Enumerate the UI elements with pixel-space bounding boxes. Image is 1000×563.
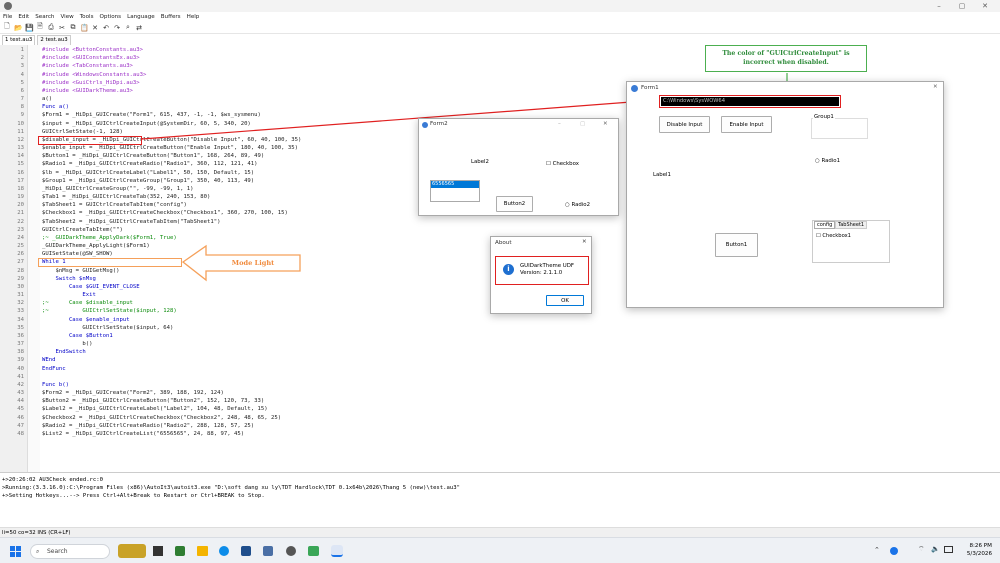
checkbox2[interactable]: ☐ Checkbox xyxy=(546,161,579,167)
taskbar-search[interactable]: ⌕ Search xyxy=(30,544,110,559)
tab-tabsheet1[interactable]: TabSheet1 xyxy=(835,221,868,229)
maximize-icon: ▢ xyxy=(580,121,586,127)
radio2-label: Radio2 xyxy=(571,202,591,208)
group1-box xyxy=(811,118,868,139)
edge-icon[interactable] xyxy=(219,546,229,556)
radio1-label: Radio1 xyxy=(821,158,841,164)
minimize-icon[interactable]: – xyxy=(558,121,561,127)
form2-window: Form2 – ▢ ✕ Label2 ☐ Checkbox 6556565 Bu… xyxy=(418,118,619,216)
chevron-up-icon[interactable]: ⌃ xyxy=(874,546,880,554)
taskbar-search-label: Search xyxy=(47,548,68,555)
store-icon[interactable] xyxy=(241,546,251,556)
wifi-icon[interactable]: ⌔ xyxy=(918,545,925,554)
taskbar: ⌕ Search ⌃ ⌔ 🔈 8:26 PM 5/3/2026 xyxy=(0,537,1000,563)
tab-config[interactable]: config xyxy=(814,221,836,229)
form2-title: Form2 xyxy=(430,121,448,127)
radio-circle-icon: ○ xyxy=(815,158,820,164)
button2[interactable]: Button2 xyxy=(496,196,533,212)
start-icon[interactable] xyxy=(10,546,21,557)
file-explorer-icon[interactable] xyxy=(197,546,208,556)
app-icon-4[interactable] xyxy=(308,546,319,556)
checkbox1-label: Checkbox1 xyxy=(822,233,851,239)
label1: Label1 xyxy=(653,172,671,178)
form1-title: Form1 xyxy=(641,85,659,91)
about-line1: GUIDarkTheme UDF xyxy=(520,263,575,269)
ok-button[interactable]: OK xyxy=(546,295,584,306)
close-icon[interactable]: ✕ xyxy=(603,121,608,127)
widget-icon[interactable] xyxy=(118,544,146,558)
about-dialog: About ✕ i GUIDarkTheme UDF Version: 2.1.… xyxy=(490,236,592,314)
checkbox-icon: ☐ xyxy=(816,233,821,239)
about-line2: Version: 2.1.1.0 xyxy=(520,270,563,276)
volume-icon[interactable]: 🔈 xyxy=(931,545,940,553)
app-icon-3[interactable] xyxy=(286,546,296,556)
search-icon: ⌕ xyxy=(36,548,40,555)
button1[interactable]: Button1 xyxy=(715,233,758,257)
mode-light-label: Mode Light xyxy=(231,259,275,267)
tray-app-icon[interactable] xyxy=(890,547,898,555)
autoit-icon xyxy=(422,122,428,128)
label2: Label2 xyxy=(471,159,489,165)
tab-control: config TabSheet1 ☐ Checkbox1 xyxy=(812,220,890,263)
radio-circle-icon: ○ xyxy=(565,202,570,208)
radio2[interactable]: ○ Radio2 xyxy=(565,202,590,208)
about-title: About xyxy=(495,240,512,246)
radio1[interactable]: ○ Radio1 xyxy=(815,158,840,164)
info-icon: i xyxy=(503,264,514,275)
app-icon-2[interactable] xyxy=(263,546,273,556)
close-icon[interactable]: ✕ xyxy=(933,84,938,90)
group1-label: Group1 xyxy=(813,114,835,120)
checkbox-icon: ☐ xyxy=(546,161,551,167)
input-highlight: C:\Windows\SysWOW64 xyxy=(659,95,841,108)
battery-icon[interactable] xyxy=(944,546,953,553)
list2[interactable]: 6556565 xyxy=(430,180,480,202)
clock-time[interactable]: 8:26 PM xyxy=(962,543,992,549)
about-info-highlight: i GUIDarkTheme UDF Version: 2.1.1.0 xyxy=(495,256,589,285)
task-view-icon[interactable] xyxy=(153,546,163,556)
checkbox1[interactable]: ☐ Checkbox1 xyxy=(816,233,851,239)
enable-input-button[interactable]: Enable Input xyxy=(721,116,772,133)
autoit-icon xyxy=(631,85,638,92)
autoit-taskbar-icon[interactable] xyxy=(331,545,343,557)
close-icon[interactable]: ✕ xyxy=(582,239,587,245)
checkbox2-label: Checkbox xyxy=(552,161,579,167)
app-icon-1[interactable] xyxy=(175,546,185,556)
disabled-input[interactable]: C:\Windows\SysWOW64 xyxy=(661,97,839,106)
clock-date[interactable]: 5/3/2026 xyxy=(958,551,992,557)
list-item[interactable]: 6556565 xyxy=(431,181,479,188)
form1-window: Form1 ✕ C:\Windows\SysWOW64 Disable Inpu… xyxy=(626,81,944,308)
disable-input-button[interactable]: Disable Input xyxy=(659,116,710,133)
